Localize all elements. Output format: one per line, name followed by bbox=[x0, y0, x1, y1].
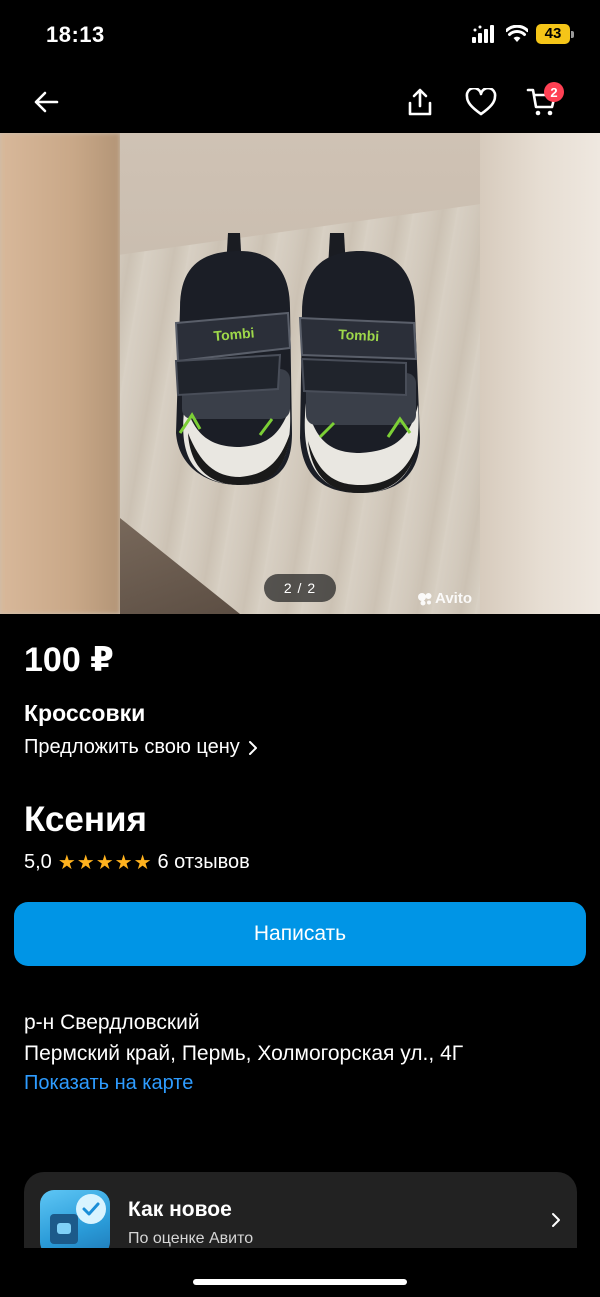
gallery-prev-blur bbox=[0, 133, 120, 614]
star-icon: ★ bbox=[76, 852, 95, 874]
wifi-icon bbox=[506, 25, 528, 42]
arrow-left-icon bbox=[34, 91, 59, 113]
location-address: Пермский край, Пермь, Холмогорская ул., … bbox=[24, 1042, 464, 1065]
signal-icon bbox=[472, 25, 494, 43]
sneakers-image: Tombi Tombi bbox=[174, 233, 420, 493]
listing-photo[interactable]: Tombi Tombi bbox=[120, 133, 480, 614]
avito-watermark: Avito bbox=[417, 590, 472, 607]
watermark-text: Avito bbox=[435, 590, 472, 607]
star-icon: ★ bbox=[95, 852, 114, 874]
home-indicator[interactable] bbox=[193, 1279, 407, 1285]
share-button[interactable] bbox=[398, 80, 442, 124]
chevron-right-icon bbox=[248, 740, 257, 755]
condition-badge-icon bbox=[40, 1190, 110, 1248]
cart-button[interactable]: 2 bbox=[520, 80, 564, 124]
check-icon bbox=[76, 1194, 106, 1224]
star-icon: ★ bbox=[114, 852, 133, 874]
nav-bar: 2 bbox=[0, 70, 600, 133]
battery-level: 43 bbox=[536, 24, 570, 44]
location-district: р-н Свердловский bbox=[24, 1011, 200, 1034]
document-icon bbox=[50, 1214, 78, 1244]
battery-cap bbox=[571, 30, 574, 38]
heart-icon bbox=[465, 88, 497, 116]
condition-subtitle: По оценке Авито bbox=[128, 1230, 254, 1247]
offer-price-label: Предложить свою цену bbox=[24, 736, 240, 758]
status-icons: 43 bbox=[472, 24, 574, 44]
rating-stars: ★ ★ ★ ★ ★ bbox=[58, 850, 152, 875]
gallery-next-blur bbox=[480, 133, 600, 614]
star-icon: ★ bbox=[57, 852, 76, 874]
cart-count-badge: 2 bbox=[544, 82, 564, 102]
reviews-count: 6 отзывов bbox=[157, 851, 250, 873]
seller-rating[interactable]: 5,0 ★ ★ ★ ★ ★ 6 отзывов bbox=[24, 850, 250, 875]
condition-card[interactable]: Как новое По оценке Авито bbox=[24, 1172, 577, 1248]
star-icon: ★ bbox=[133, 852, 152, 874]
back-button[interactable] bbox=[24, 80, 68, 124]
status-time: 18:13 bbox=[46, 22, 105, 47]
seller-name[interactable]: Ксения bbox=[24, 800, 147, 840]
listing-price: 100 ₽ bbox=[24, 641, 114, 679]
show-on-map-link[interactable]: Показать на карте bbox=[24, 1072, 193, 1095]
status-bar: 18:13 43 bbox=[0, 0, 600, 70]
condition-title: Как новое bbox=[128, 1198, 232, 1221]
photo-gallery[interactable]: Tombi Tombi 2 / 2 Avito bbox=[0, 133, 600, 614]
rating-value: 5,0 bbox=[24, 851, 52, 873]
avito-logo-icon bbox=[418, 592, 432, 605]
write-message-button[interactable]: Написать bbox=[14, 902, 586, 966]
listing-title: Кроссовки bbox=[24, 700, 146, 726]
chevron-right-icon bbox=[552, 1213, 560, 1227]
photo-counter: 2 / 2 bbox=[264, 574, 336, 602]
sneaker-brand-label-right: Tombi bbox=[338, 326, 380, 344]
battery-indicator: 43 bbox=[536, 24, 574, 44]
favorite-button[interactable] bbox=[459, 80, 503, 124]
share-icon bbox=[408, 88, 432, 116]
offer-price-link[interactable]: Предложить свою цену bbox=[24, 736, 258, 759]
